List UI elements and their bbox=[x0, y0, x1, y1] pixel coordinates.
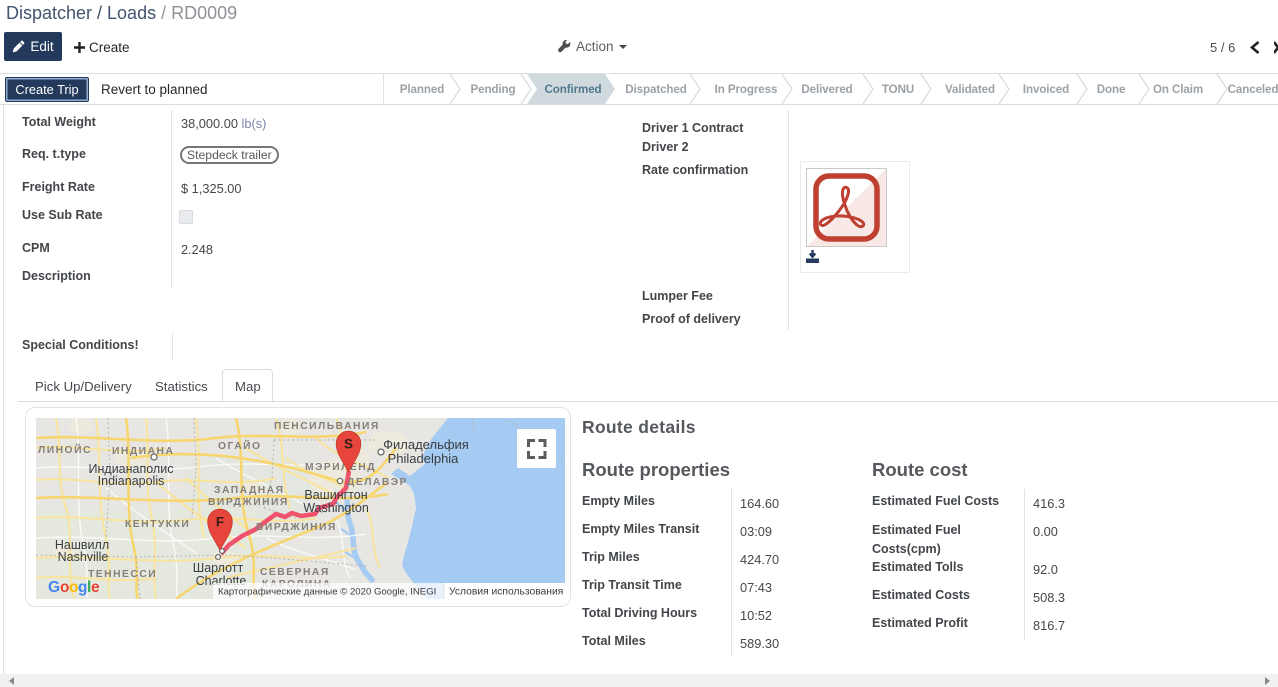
svg-text:ДЕЛАВЭР: ДЕЛАВЭР bbox=[347, 477, 408, 488]
svg-text:Филадельфия: Филадельфия bbox=[383, 437, 469, 452]
svg-text:ЛИНОЙС: ЛИНОЙС bbox=[38, 443, 92, 456]
svg-text:СЕВЕРНАЯ: СЕВЕРНАЯ bbox=[260, 567, 330, 578]
svg-text:ВИРДЖИНИЯ: ВИРДЖИНИЯ bbox=[256, 522, 337, 533]
svg-text:F: F bbox=[216, 515, 224, 530]
svg-text:Invoiced: Invoiced bbox=[1023, 83, 1069, 96]
svg-text:e: e bbox=[91, 579, 100, 596]
svg-text:TONU: TONU bbox=[882, 83, 914, 96]
svg-text:ЗАПАДНАЯ: ЗАПАДНАЯ bbox=[214, 485, 285, 496]
svg-text:Шарлотт: Шарлотт bbox=[193, 561, 244, 575]
svg-text:ПЕНСИЛЬВАНИЯ: ПЕНСИЛЬВАНИЯ bbox=[274, 421, 380, 432]
svg-text:Washington: Washington bbox=[303, 501, 369, 515]
svg-text:Done: Done bbox=[1097, 83, 1126, 96]
svg-text:КЕНТУККИ: КЕНТУККИ bbox=[125, 519, 190, 530]
svg-text:ИНДИАНА: ИНДИАНА bbox=[112, 446, 174, 457]
svg-text:S: S bbox=[344, 437, 353, 452]
svg-text:ВИРДЖИНИЯ: ВИРДЖИНИЯ bbox=[208, 497, 289, 508]
svg-text:Philadelphia: Philadelphia bbox=[388, 451, 460, 466]
svg-text:Pending: Pending bbox=[470, 83, 515, 96]
svg-text:On Claim: On Claim bbox=[1153, 83, 1203, 96]
svg-text:Nashville: Nashville bbox=[58, 550, 109, 564]
svg-text:G: G bbox=[48, 579, 60, 596]
svg-text:Validated: Validated bbox=[945, 83, 995, 96]
svg-text:Canceled: Canceled bbox=[1228, 83, 1278, 96]
svg-text:Indianapolis: Indianapolis bbox=[98, 474, 165, 488]
svg-text:Условия использования: Условия использования bbox=[449, 587, 563, 598]
svg-text:ОГАЙО: ОГАЙО bbox=[218, 439, 262, 452]
svg-text:In Progress: In Progress bbox=[715, 83, 778, 96]
svg-text:Confirmed: Confirmed bbox=[544, 83, 601, 96]
svg-text:Delivered: Delivered bbox=[801, 83, 852, 96]
svg-text:Картографические данные © 2020: Картографические данные © 2020 Google, I… bbox=[218, 587, 436, 598]
svg-text:Planned: Planned bbox=[400, 83, 444, 96]
svg-text:Вашингтон: Вашингтон bbox=[304, 488, 367, 502]
svg-text:Dispatched: Dispatched bbox=[625, 83, 687, 96]
svg-text:МЭРИЛЕНД: МЭРИЛЕНД bbox=[305, 462, 376, 473]
